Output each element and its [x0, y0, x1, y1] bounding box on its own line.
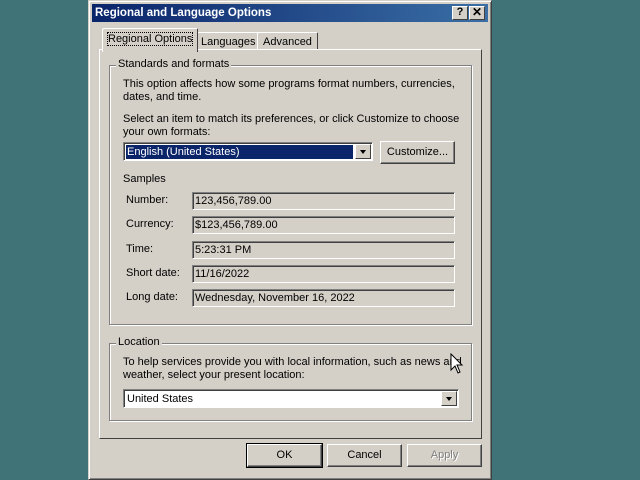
- cancel-button[interactable]: Cancel: [327, 444, 402, 467]
- title-bar[interactable]: Regional and Language Options ? ✕: [92, 4, 488, 22]
- help-button[interactable]: ?: [452, 6, 468, 20]
- chevron-down-icon[interactable]: [355, 144, 371, 159]
- sample-label-currency: Currency:: [126, 218, 174, 230]
- mouse-pointer-icon: [450, 353, 464, 374]
- locale-value: English (United States): [126, 145, 353, 159]
- sample-label-long-date: Long date:: [126, 291, 178, 303]
- sample-label-time: Time:: [126, 243, 154, 255]
- standards-group-title: Standards and formats: [116, 58, 232, 70]
- location-group: Location To help services provide you wi…: [109, 336, 472, 421]
- location-dropdown[interactable]: United States: [123, 389, 459, 408]
- tab-panel-regional-options: Standards and formats This option affect…: [99, 49, 482, 439]
- ok-button[interactable]: OK: [246, 443, 323, 468]
- tab-label: Languages: [201, 36, 256, 48]
- locale-dropdown[interactable]: English (United States): [123, 142, 373, 161]
- sample-value-time: 5:23:31 PM: [192, 241, 455, 259]
- tab-label: Advanced: [263, 36, 312, 48]
- sample-value-number: 123,456,789.00: [192, 192, 455, 210]
- location-description: To help services provide you with local …: [123, 356, 462, 381]
- sample-value-currency: $123,456,789.00: [192, 216, 455, 234]
- samples-label: Samples: [123, 173, 166, 185]
- sample-value-short-date: 11/16/2022: [192, 265, 455, 283]
- sample-label-short-date: Short date:: [126, 267, 180, 279]
- chevron-down-icon[interactable]: [441, 391, 457, 406]
- sample-label-number: Number:: [126, 194, 169, 206]
- regional-options-dialog: Regional and Language Options ? ✕ Region…: [88, 0, 492, 480]
- sample-value-long-date: Wednesday, November 16, 2022: [192, 289, 455, 307]
- close-button[interactable]: ✕: [469, 6, 485, 20]
- standards-instruction: Select an item to match its preferences,…: [123, 113, 460, 138]
- apply-button[interactable]: Apply: [407, 444, 482, 467]
- standards-group: Standards and formats This option affect…: [109, 58, 472, 325]
- tab-label: Regional Options: [106, 32, 194, 46]
- location-group-title: Location: [116, 336, 162, 348]
- window-title: Regional and Language Options: [95, 7, 272, 19]
- tab-regional-options[interactable]: Regional Options: [102, 28, 199, 52]
- customize-button[interactable]: Customize...: [380, 141, 455, 164]
- location-value: United States: [127, 393, 194, 405]
- standards-description: This option affects how some programs fo…: [123, 78, 455, 103]
